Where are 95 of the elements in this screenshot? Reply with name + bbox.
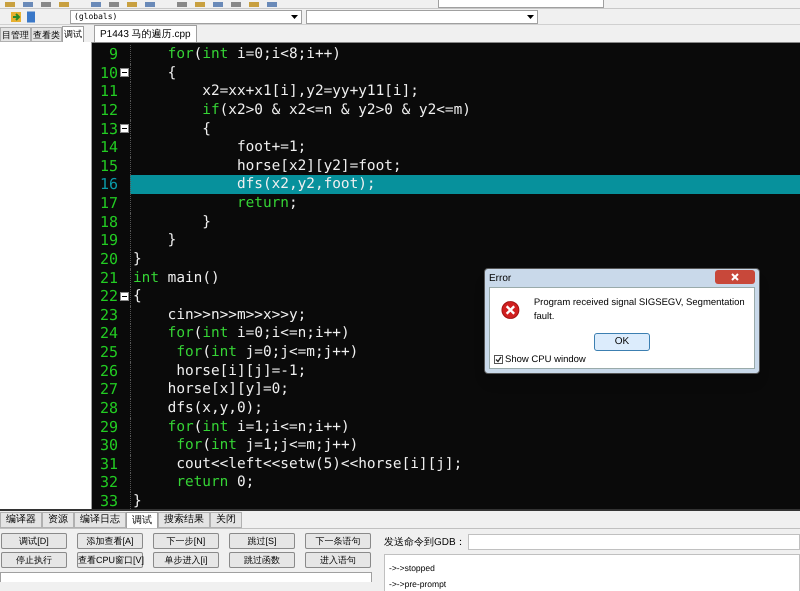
line-number: 31 xyxy=(98,454,118,475)
code-line: for(int i=0;i<8;i++) xyxy=(130,45,800,64)
gdb-output-line: ->->stopped xyxy=(389,563,436,573)
file-tab[interactable]: P1443 马的遍历.cpp xyxy=(94,25,197,42)
dropdown-arrow-icon xyxy=(527,14,534,18)
line-number: 11 xyxy=(98,81,118,102)
code-line: dfs(x,y,0); xyxy=(130,398,800,418)
line-number: 32 xyxy=(98,472,118,494)
code-line: cout<<left<<setw(5)<<horse[i][j]; xyxy=(130,454,800,474)
toolbar-icon[interactable] xyxy=(266,2,278,8)
line-number: 20 xyxy=(98,248,118,270)
toolbar-field[interactable] xyxy=(438,0,604,8)
code-line: return 0; xyxy=(130,473,800,492)
line-number: 9 xyxy=(108,44,118,66)
debug-button[interactable]: 跳过函数 xyxy=(229,552,295,568)
bookmark-icon[interactable] xyxy=(26,10,36,22)
arrow-icon[interactable] xyxy=(10,10,22,22)
toolbar-icon[interactable] xyxy=(144,2,156,8)
line-number: 14 xyxy=(98,137,118,158)
line-number: 18 xyxy=(98,212,118,233)
line-number: 25 xyxy=(98,342,118,364)
toolbar-icon[interactable] xyxy=(22,2,34,8)
member-combo[interactable] xyxy=(306,10,538,24)
panel-tab[interactable]: 目管理 xyxy=(0,27,31,42)
line-number: 24 xyxy=(98,323,118,344)
collapse-icon[interactable] xyxy=(120,68,128,78)
code-line: if(x2>0 & x2<=n & y2>0 & y2<=m) xyxy=(130,100,800,120)
line-number: 13 xyxy=(98,118,118,140)
checkbox[interactable] xyxy=(494,355,503,364)
line-number: 33 xyxy=(98,491,118,509)
line-number: 19 xyxy=(98,230,118,252)
gdb-label: 发送命令到GDB： xyxy=(384,536,466,550)
ok-button[interactable]: OK xyxy=(594,332,650,350)
code-line: { xyxy=(130,120,800,138)
dialog-title: Error xyxy=(489,272,512,286)
code-line: x2=xx+x1[i],y2=yy+y11[i]; xyxy=(130,82,800,101)
code-line: } xyxy=(130,231,800,250)
code-line: return; xyxy=(130,194,800,213)
debug-button[interactable]: 下一条语句 xyxy=(305,533,371,549)
debug-button[interactable]: 下一步[N] xyxy=(153,533,219,549)
gdb-command-field[interactable] xyxy=(468,534,800,550)
line-number: 23 xyxy=(98,304,118,326)
toolbar-icon[interactable] xyxy=(126,2,138,8)
toolbar-icon[interactable] xyxy=(212,2,224,8)
line-number: 29 xyxy=(98,416,118,438)
close-button[interactable] xyxy=(715,270,755,284)
code-line: } xyxy=(130,212,800,232)
code-line: for(int i=1;i<=n;i++) xyxy=(130,418,800,436)
toolbar-icon[interactable] xyxy=(58,2,70,8)
line-number: 15 xyxy=(98,156,118,177)
line-number: 30 xyxy=(98,435,118,456)
debug-button[interactable]: 添加查看[A] xyxy=(77,533,143,549)
toolbar-icon[interactable] xyxy=(108,2,120,8)
dropdown[interactable] xyxy=(0,572,372,582)
line-number: 16 xyxy=(98,174,118,196)
debug-button[interactable]: 进入语句 xyxy=(305,552,371,568)
toolbar-icon[interactable] xyxy=(90,2,102,8)
panel-tab[interactable]: 搜索结果 xyxy=(158,512,210,528)
line-number: 27 xyxy=(98,379,118,400)
panel-tab[interactable]: 调试 xyxy=(62,26,84,42)
collapse-icon[interactable] xyxy=(120,124,128,134)
panel-tab[interactable]: 关闭 xyxy=(210,512,242,528)
code-line: { xyxy=(130,64,800,82)
close-icon xyxy=(731,272,739,280)
scope-combo[interactable]: (globals) xyxy=(70,10,302,24)
debug-button[interactable]: 调试[D] xyxy=(1,533,67,549)
error-icon xyxy=(501,300,520,320)
panel-tab[interactable]: 编译日志 xyxy=(74,512,126,528)
code-line: for(int j=1;j<=m;j++) xyxy=(130,436,800,455)
gdb-output-line: ->->pre-prompt xyxy=(389,579,448,589)
toolbar-icon[interactable] xyxy=(4,2,16,8)
collapse-icon[interactable] xyxy=(120,292,128,301)
panel-tab[interactable]: 编译器 xyxy=(0,512,42,528)
toolbar-icon[interactable] xyxy=(230,2,242,8)
code-line: horse[x][y]=0; xyxy=(130,380,800,399)
dropdown-arrow-icon xyxy=(291,14,298,18)
debug-button[interactable]: 单步进入[i] xyxy=(153,552,219,568)
line-number: 28 xyxy=(98,398,118,419)
toolbar-icon[interactable] xyxy=(194,2,206,8)
line-number: 12 xyxy=(98,100,118,121)
panel-tab[interactable]: 查看类 xyxy=(31,27,62,42)
panel-tab[interactable]: 调试 xyxy=(126,512,158,528)
debug-button[interactable]: 查看CPU窗口[V] xyxy=(77,552,143,568)
toolbar-icon[interactable] xyxy=(248,2,260,8)
debug-button[interactable]: 停止执行 xyxy=(1,552,67,568)
code-line: foot+=1; xyxy=(130,138,800,157)
line-number: 26 xyxy=(98,360,118,382)
debug-button[interactable]: 跳过[S] xyxy=(229,533,295,549)
line-number: 10 xyxy=(98,62,118,84)
line-number: 22 xyxy=(98,286,118,308)
panel-tab[interactable]: 资源 xyxy=(42,512,74,528)
line-number: 17 xyxy=(98,193,118,214)
line-number: 21 xyxy=(98,268,118,289)
toolbar-icon[interactable] xyxy=(40,2,52,8)
toolbar-icon[interactable] xyxy=(176,2,188,8)
